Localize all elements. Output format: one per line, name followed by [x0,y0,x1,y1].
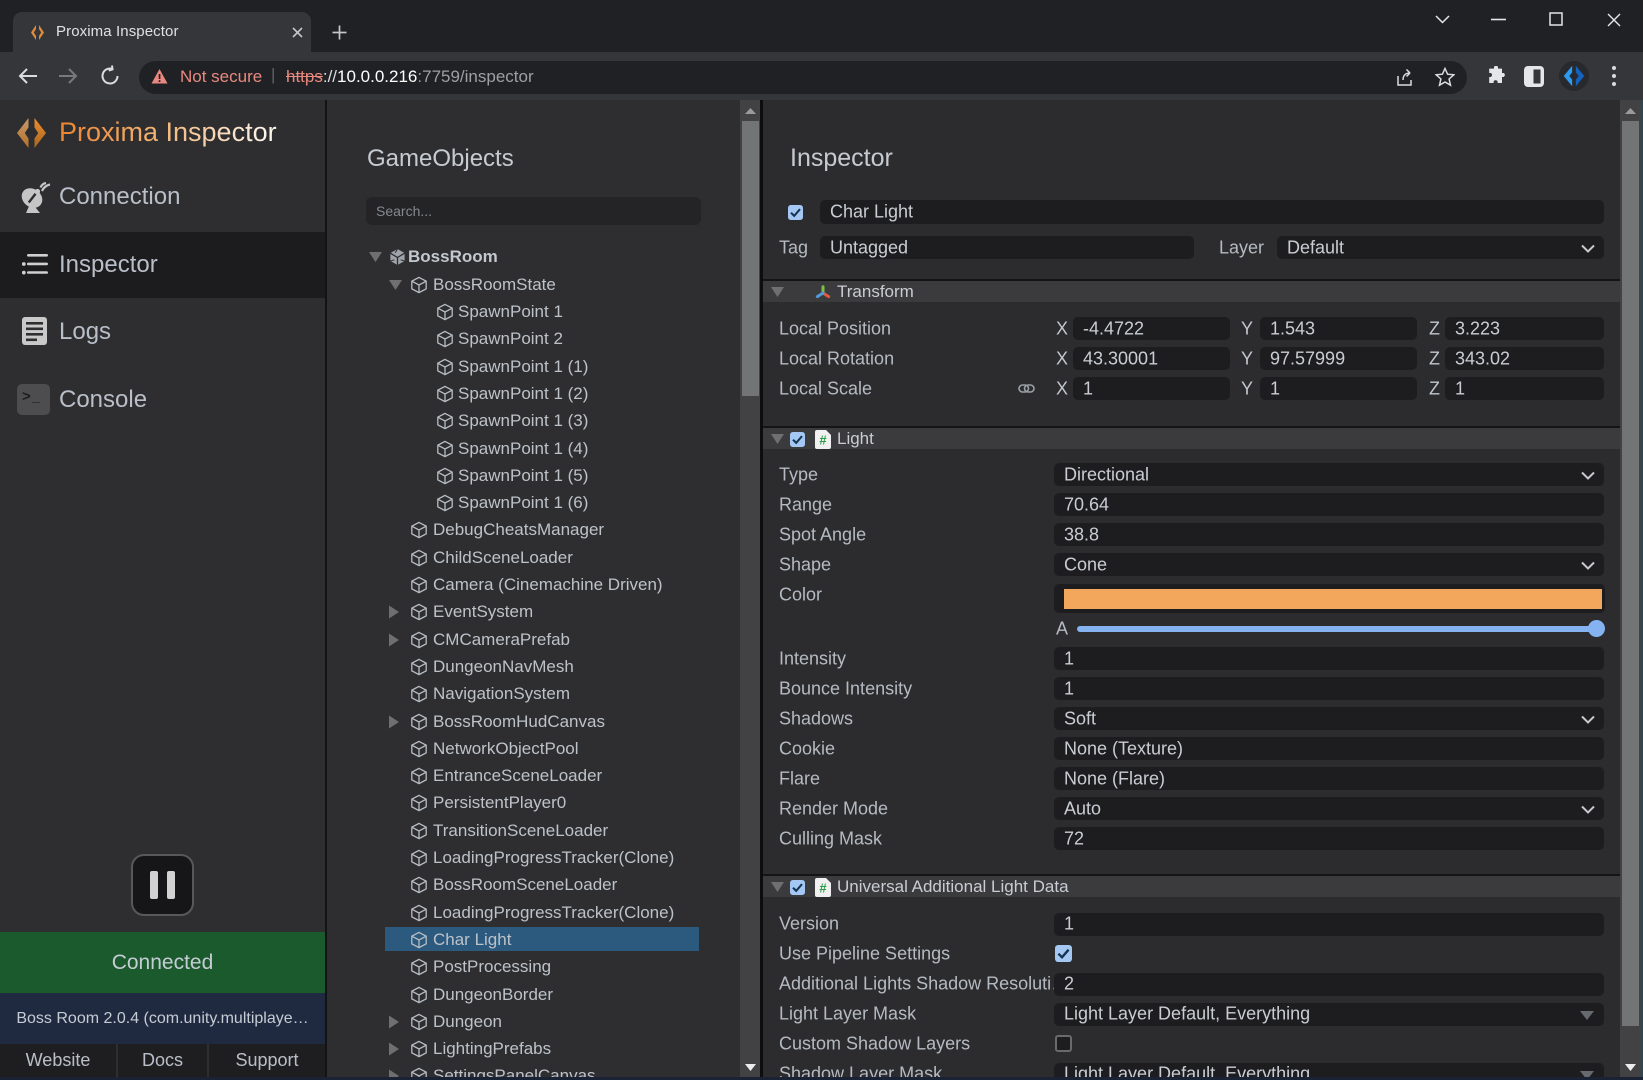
svg-text:#: # [819,433,827,448]
svg-text:#: # [819,881,827,896]
